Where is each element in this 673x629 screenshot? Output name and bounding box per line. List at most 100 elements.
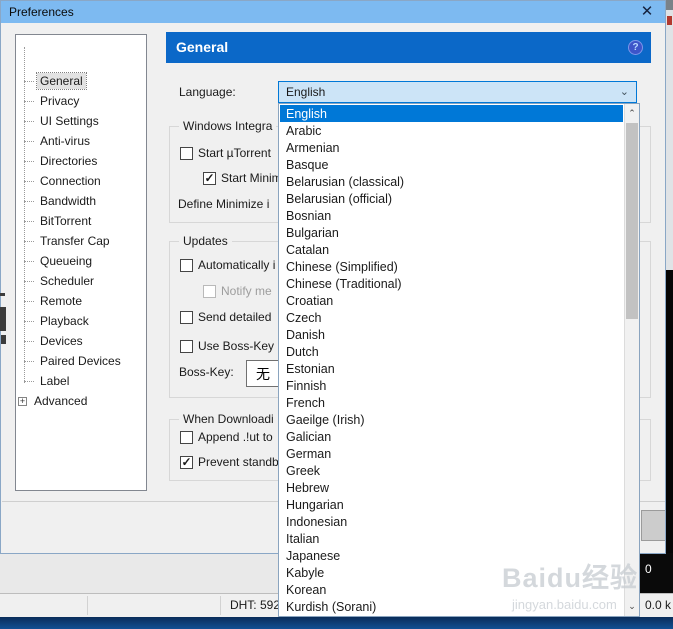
dropdown-option[interactable]: Japanese <box>280 547 623 564</box>
start-utorrent-checkbox[interactable]: Start µTorrent <box>180 146 271 160</box>
checkbox-box[interactable]: ✓ <box>180 455 193 469</box>
start-minimized-checkbox[interactable]: ✓ Start Minim <box>203 171 282 185</box>
group-title: Windows Integra <box>179 119 277 133</box>
dropdown-option[interactable]: Kurdish (Sorani) <box>280 598 623 615</box>
notify-me-checkbox: Notify me <box>203 284 272 298</box>
language-combobox[interactable]: English ⌄ <box>278 81 637 103</box>
dropdown-option[interactable]: Hebrew <box>280 479 623 496</box>
group-title: When Downloadi <box>179 412 278 426</box>
dropdown-option[interactable]: Arabic <box>280 122 623 139</box>
sidebar-item-devices[interactable]: Devices <box>16 331 146 351</box>
checkbox-box[interactable] <box>180 430 193 444</box>
tree-stub <box>24 160 34 162</box>
sidebar-item-label: Directories <box>40 154 98 168</box>
dropdown-option[interactable]: English <box>280 105 623 122</box>
page-title: General <box>176 39 229 55</box>
sidebar-item-anti-virus[interactable]: Anti-virus <box>16 131 146 151</box>
sidebar-item-label: Remote <box>40 294 83 308</box>
sidebar-item-label-section[interactable]: Label <box>16 371 146 391</box>
dropdown-scrollbar[interactable]: ⌃ ⌄ <box>624 104 639 616</box>
sidebar-item-ui-settings[interactable]: UI Settings <box>16 111 146 131</box>
scrollbar-thumb[interactable] <box>626 123 638 319</box>
taskbar-strip <box>0 617 673 629</box>
dropdown-option[interactable]: Catalan <box>280 241 623 258</box>
close-icon[interactable]: ✕ <box>633 2 661 22</box>
scroll-down-icon[interactable]: ⌄ <box>625 601 639 612</box>
sidebar-item-label: Queueing <box>40 254 93 268</box>
dropdown-option[interactable]: Finnish <box>280 377 623 394</box>
sidebar-item-label: Transfer Cap <box>40 234 110 248</box>
send-detailed-checkbox[interactable]: Send detailed <box>180 310 271 324</box>
boss-key-field[interactable] <box>246 360 280 387</box>
sidebar-item-bittorrent[interactable]: BitTorrent <box>16 211 146 231</box>
tree-stub <box>24 300 34 302</box>
tree-stub <box>24 200 34 202</box>
checkbox-box[interactable]: ✓ <box>203 171 216 185</box>
dropdown-option[interactable]: Chinese (Traditional) <box>280 275 623 292</box>
dropdown-option[interactable]: Chinese (Simplified) <box>280 258 623 275</box>
dropdown-option[interactable]: Hungarian <box>280 496 623 513</box>
checkbox-box[interactable] <box>180 258 193 272</box>
sidebar-item-label: BitTorrent <box>40 214 92 228</box>
dropdown-option[interactable]: Korean <box>280 581 623 598</box>
dropdown-option[interactable]: Belarusian (official) <box>280 190 623 207</box>
dropdown-option[interactable]: Greek <box>280 462 623 479</box>
dropdown-option[interactable]: Bosnian <box>280 207 623 224</box>
sidebar-item-paired-devices[interactable]: Paired Devices <box>16 351 146 371</box>
language-dropdown-list: English Arabic Armenian Basque Belarusia… <box>278 103 640 617</box>
sidebar-item-directories[interactable]: Directories <box>16 151 146 171</box>
checkbox-label: Append .!ut to <box>198 430 273 444</box>
dropdown-option[interactable]: Czech <box>280 309 623 326</box>
combobox-value: English <box>286 85 326 99</box>
sidebar-item-advanced[interactable]: + Advanced <box>16 391 146 411</box>
sidebar-item-transfer-cap[interactable]: Transfer Cap <box>16 231 146 251</box>
dropdown-option[interactable]: Bulgarian <box>280 224 623 241</box>
checkbox-box[interactable] <box>180 146 193 160</box>
auto-update-checkbox[interactable]: Automatically i <box>180 258 275 272</box>
sidebar-item-label: Devices <box>40 334 83 348</box>
sidebar-item-remote[interactable]: Remote <box>16 291 146 311</box>
dropdown-option[interactable]: Armenian <box>280 139 623 156</box>
sidebar-item-queueing[interactable]: Queueing <box>16 251 146 271</box>
dropdown-option[interactable]: French <box>280 394 623 411</box>
dropdown-option[interactable]: Belarusian (classical) <box>280 173 623 190</box>
dropdown-option[interactable]: Basque <box>280 156 623 173</box>
checkbox-label: Send detailed <box>198 310 272 324</box>
tree-stub <box>24 340 34 342</box>
checkbox-box[interactable] <box>180 310 193 324</box>
use-boss-key-checkbox[interactable]: Use Boss-Key <box>180 339 274 353</box>
sidebar-item-label: General <box>36 72 87 90</box>
dropdown-option[interactable]: Kabyle <box>280 564 623 581</box>
scroll-up-icon[interactable]: ⌃ <box>625 108 639 119</box>
tree-stub <box>24 260 34 262</box>
prevent-standby-checkbox[interactable]: ✓ Prevent standb <box>180 455 279 469</box>
sidebar-item-scheduler[interactable]: Scheduler <box>16 271 146 291</box>
dropdown-option[interactable]: Gaeilge (Irish) <box>280 411 623 428</box>
checkbox-label: Start Minim <box>221 171 282 185</box>
background-artifact <box>1 335 6 344</box>
checkbox-label: Start µTorrent <box>198 146 271 160</box>
dropdown-option[interactable]: Croatian <box>280 292 623 309</box>
button-fragment[interactable] <box>641 510 665 541</box>
dropdown-option[interactable]: Galician <box>280 428 623 445</box>
sidebar-item-label: Advanced <box>34 394 88 408</box>
dropdown-option[interactable]: Estonian <box>280 360 623 377</box>
dropdown-option[interactable]: Danish <box>280 326 623 343</box>
sidebar-item-connection[interactable]: Connection <box>16 171 146 191</box>
dropdown-option[interactable]: German <box>280 445 623 462</box>
section-header: General ? <box>166 32 651 63</box>
help-icon[interactable]: ? <box>628 40 643 55</box>
sidebar-item-privacy[interactable]: Privacy <box>16 91 146 111</box>
background-dark-area <box>666 270 673 597</box>
dropdown-option[interactable]: Italian <box>280 530 623 547</box>
sidebar-item-bandwidth[interactable]: Bandwidth <box>16 191 146 211</box>
append-ut-checkbox[interactable]: Append .!ut to <box>180 430 273 444</box>
title-bar[interactable]: Preferences ✕ <box>1 1 665 23</box>
dropdown-option[interactable]: Indonesian <box>280 513 623 530</box>
sidebar-item-playback[interactable]: Playback <box>16 311 146 331</box>
dropdown-option[interactable]: Dutch <box>280 343 623 360</box>
sidebar-item-general[interactable]: General <box>16 71 146 91</box>
checkbox-box[interactable] <box>180 339 193 353</box>
expand-plus-icon[interactable]: + <box>18 396 27 406</box>
chevron-down-icon[interactable]: ⌄ <box>620 85 629 98</box>
